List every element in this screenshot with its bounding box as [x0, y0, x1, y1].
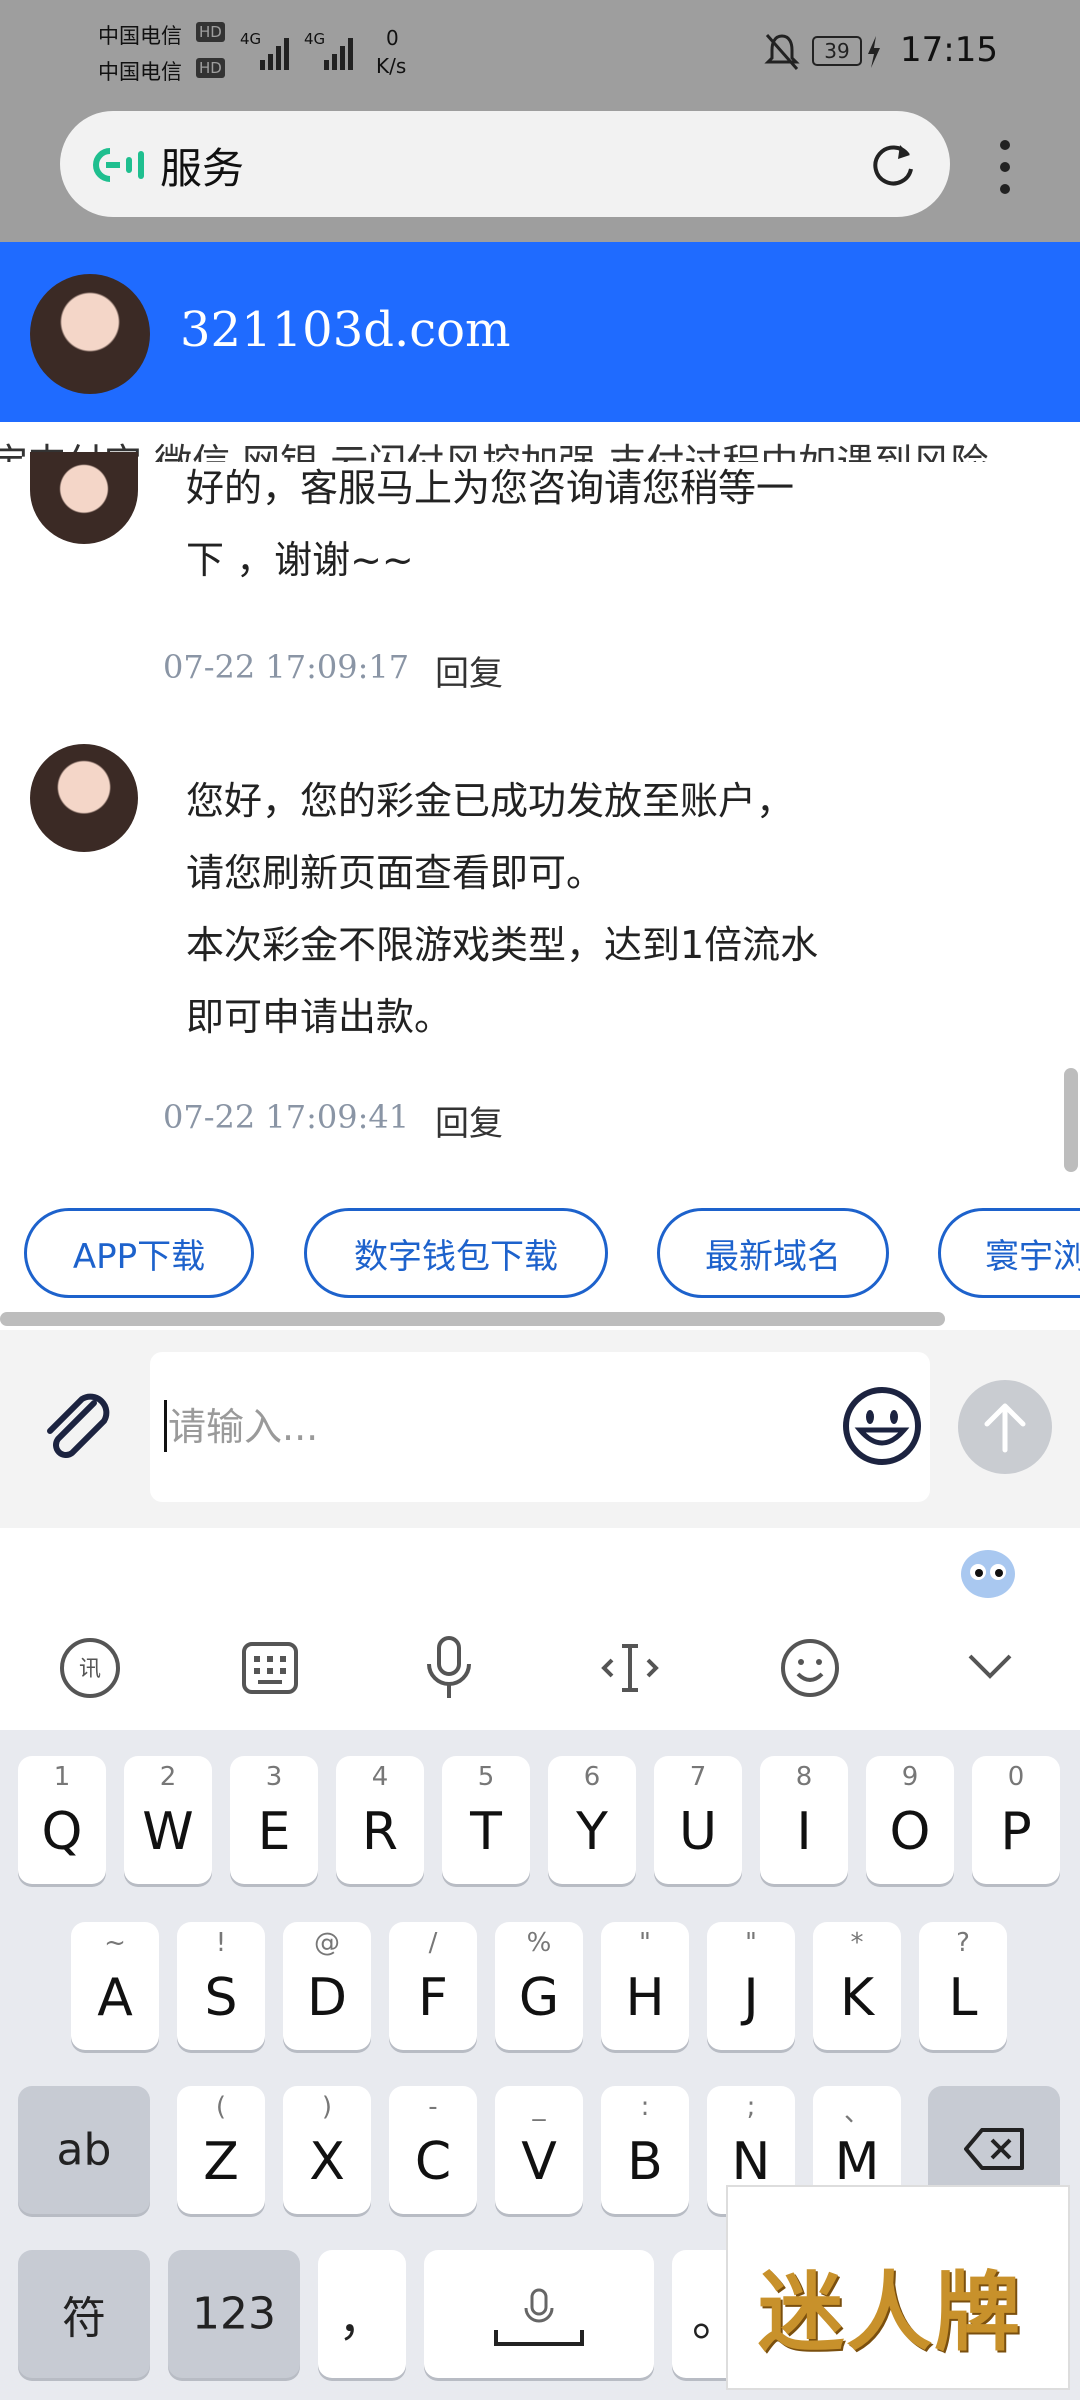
key-i[interactable]: 8I	[760, 1756, 848, 1884]
key-a[interactable]: ~ A	[71, 1922, 159, 2050]
chat-title: 321103d.com	[180, 302, 511, 358]
microphone-icon[interactable]	[424, 1634, 474, 1702]
key-d[interactable]: @ D	[283, 1922, 371, 2050]
send-button[interactable]	[958, 1380, 1052, 1474]
text-cursor	[164, 1400, 167, 1452]
key-x[interactable]: ) X	[283, 2086, 371, 2214]
svg-text:讯: 讯	[79, 1657, 101, 1682]
key-v[interactable]: _ V	[495, 2086, 583, 2214]
agent-avatar	[30, 274, 150, 394]
page-title: 服务	[160, 144, 245, 193]
message-time: 07-22 17:09:41	[163, 1098, 410, 1136]
message-line: 即可申请出款。	[186, 995, 453, 1039]
chat-header: 321103d.com	[0, 242, 1080, 422]
collapse-keyboard-icon[interactable]	[964, 1646, 1016, 1686]
latest-domain-button[interactable]: 最新域名	[657, 1208, 889, 1298]
signal-icon-2	[324, 38, 353, 70]
composer: 请输入...	[0, 1330, 1080, 1528]
status-bar: 中国电信 HD 中国电信 HD 4G 4G 0 K/s 39 17:15	[0, 0, 1080, 105]
more-vert-icon[interactable]	[990, 135, 1020, 205]
message-line: 您好，您的彩金已成功发放至账户，	[186, 779, 795, 823]
key-y[interactable]: 6Y	[548, 1756, 636, 1884]
numbers-key[interactable]: 123	[168, 2250, 300, 2378]
agent-avatar	[30, 744, 138, 852]
key-u[interactable]: 7U	[654, 1756, 742, 1884]
comma-key[interactable]: ，	[318, 2250, 406, 2378]
arrow-up-icon	[984, 1403, 1026, 1453]
watermark-logo: 迷人牌	[726, 2185, 1070, 2390]
site-icon	[93, 148, 144, 182]
attachment-icon[interactable]	[36, 1385, 116, 1465]
key-w[interactable]: 2W	[124, 1756, 212, 1884]
agent-avatar	[30, 452, 138, 544]
voice-ai-icon[interactable]: 讯	[58, 1636, 122, 1700]
hd-badge-2: HD	[196, 58, 225, 78]
symbols-key[interactable]: 符	[18, 2250, 150, 2378]
browser-toolbar: 服务	[0, 105, 1080, 242]
key-j[interactable]: " J	[707, 1922, 795, 2050]
address-bar[interactable]: 服务	[60, 111, 950, 217]
key-o[interactable]: 9O	[866, 1756, 954, 1884]
charging-icon	[868, 36, 880, 68]
carrier-1: 中国电信	[98, 24, 182, 48]
message-list[interactable]: 好的，客服马上为您咨询请您稍等一 下 ，谢谢~~ 07-22 17:09:17 …	[0, 452, 1080, 1178]
assistant-mascot-icon[interactable]	[958, 1546, 1018, 1602]
key-f[interactable]: / F	[389, 1922, 477, 2050]
wallet-download-button[interactable]: 数字钱包下载	[304, 1208, 608, 1298]
battery-level: 39	[812, 36, 862, 66]
message-line: 下 ，谢谢~~	[186, 538, 414, 582]
mute-bell-icon	[764, 34, 800, 70]
horizontal-scrollbar[interactable]	[0, 1312, 945, 1326]
message-time: 07-22 17:09:17	[163, 648, 410, 686]
key-q[interactable]: 1Q	[18, 1756, 106, 1884]
clock: 17:15	[900, 30, 998, 70]
key-p[interactable]: 0P	[972, 1756, 1060, 1884]
key-r[interactable]: 4R	[336, 1756, 424, 1884]
carrier-2: 中国电信	[98, 60, 182, 84]
shift-key[interactable]: ab	[18, 2086, 150, 2214]
browser-button[interactable]: 寰宇浏	[938, 1208, 1080, 1298]
message-input[interactable]: 请输入...	[150, 1352, 930, 1502]
signal-icon-1	[260, 38, 289, 70]
reply-link[interactable]: 回复	[435, 646, 503, 695]
message-line: 好的，客服马上为您咨询请您稍等一	[186, 466, 795, 510]
keyboard-layout-icon[interactable]	[240, 1638, 300, 1698]
message-line: 请您刷新页面查看即可。	[186, 851, 605, 895]
key-k[interactable]: * K	[813, 1922, 901, 2050]
hd-badge-1: HD	[196, 22, 225, 42]
key-l[interactable]: ? L	[919, 1922, 1007, 2050]
key-h[interactable]: " H	[601, 1922, 689, 2050]
refresh-icon[interactable]	[868, 141, 918, 191]
app-download-button[interactable]: APP下载	[24, 1208, 254, 1298]
key-t[interactable]: 5T	[442, 1756, 530, 1884]
key-g[interactable]: % G	[495, 1922, 583, 2050]
vertical-scrollbar[interactable]	[1064, 1068, 1078, 1172]
key-z[interactable]: (Z	[177, 2086, 265, 2214]
emoji-icon[interactable]	[840, 1384, 924, 1468]
space-key[interactable]	[424, 2250, 654, 2378]
space-mic-icon	[494, 2288, 584, 2346]
keyboard-toolbar: 讯	[0, 1528, 1080, 1730]
reply-link[interactable]: 回复	[435, 1096, 503, 1145]
key-s[interactable]: ! S	[177, 1922, 265, 2050]
emoji-panel-icon[interactable]	[778, 1636, 842, 1700]
quick-actions: APP下载 数字钱包下载 最新域名 寰宇浏	[0, 1178, 1080, 1312]
net-speed-value: 0	[386, 26, 399, 50]
key-e[interactable]: 3E	[230, 1756, 318, 1884]
key-b[interactable]: :B	[601, 2086, 689, 2214]
net-speed-unit: K/s	[376, 54, 407, 78]
watermark-text: 迷人牌	[758, 2262, 1022, 2363]
input-placeholder: 请输入...	[168, 1405, 319, 1449]
message-line: 本次彩金不限游戏类型，达到1倍流水	[186, 923, 819, 967]
cursor-move-icon[interactable]	[598, 1638, 662, 1698]
backspace-icon	[964, 2128, 1024, 2170]
key-c[interactable]: -C	[389, 2086, 477, 2214]
